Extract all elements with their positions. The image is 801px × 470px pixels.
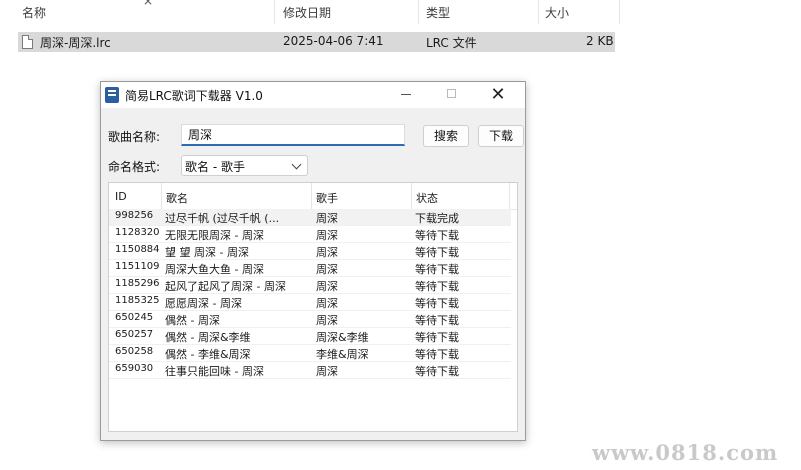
header-divider[interactable] [411,183,412,209]
cell-id: 650258 [115,346,154,357]
title-bar[interactable]: 简易LRC歌词下载器 V1.0 ✕ [101,82,525,108]
cell-status: 等待下载 [415,297,459,310]
cell-status: 等待下载 [415,229,459,242]
cell-id: 650257 [115,329,154,340]
song-name-label: 歌曲名称: [108,130,161,144]
list-item[interactable]: 650257 偶然 - 周深&李维 周深&李维 等待下载 [109,328,511,345]
cell-artist: 周深 [316,365,338,378]
list-item[interactable]: 1151109 周深大鱼大鱼 - 周深 周深 等待下载 [109,260,511,277]
cell-artist: 周深 [316,280,338,293]
cell-artist: 周深 [316,229,338,242]
header-artist[interactable]: 歌手 [316,190,338,206]
file-modified: 2025-04-06 7:41 [283,34,384,48]
list-item[interactable]: 650245 偶然 - 周深 周深 等待下载 [109,311,511,328]
cell-song: 周深大鱼大鱼 - 周深 [165,263,264,276]
list-item[interactable]: 1150884 望 望 周深 - 周深 周深 等待下载 [109,243,511,260]
cell-song: 愿愿周深 - 周深 [165,297,242,310]
app-icon [105,87,119,103]
cell-id: 998256 [115,210,154,221]
cell-artist: 周深 [316,263,338,276]
header-status[interactable]: 状态 [416,190,438,206]
file-name: 周深-周深.lrc [40,36,111,50]
header-divider[interactable] [509,183,510,209]
cell-status: 等待下载 [415,263,459,276]
cell-song: 偶然 - 周深 [165,314,220,327]
cell-song: 望 望 周深 - 周深 [165,246,249,259]
list-item[interactable]: 1185296 起风了起风了周深 - 周深 周深 等待下载 [109,277,511,294]
column-type[interactable]: 类型 [426,4,450,21]
column-divider[interactable] [274,0,275,24]
song-name-input[interactable] [181,124,405,146]
naming-format-select[interactable]: 歌名 - 歌手 [181,155,308,176]
cell-status: 等待下载 [415,280,459,293]
cell-artist: 周深 [316,297,338,310]
window-title: 简易LRC歌词下载器 V1.0 [125,89,263,103]
column-divider[interactable] [538,0,539,24]
header-divider[interactable] [311,183,312,209]
column-modified[interactable]: 修改日期 [283,4,331,21]
cell-id: 1151109 [115,261,160,272]
cell-id: 1185325 [115,295,160,306]
cell-song: 往事只能回味 - 周深 [165,365,264,378]
minimize-button[interactable] [383,82,429,108]
cell-status: 等待下载 [415,331,459,344]
search-button[interactable]: 搜索 [423,125,469,147]
cell-status: 等待下载 [415,246,459,259]
list-item[interactable]: 1128320 无限无限周深 - 周深 周深 等待下载 [109,226,511,243]
list-rows: 998256 过尽千帆 (过尽千帆 (... 周深 下载完成 1128320 无限无限周深… [109,209,511,379]
cell-artist: 周深 [316,314,338,327]
column-divider[interactable] [619,0,620,24]
download-button[interactable]: 下载 [478,125,524,147]
cell-id: 650245 [115,312,154,323]
lyrics-downloader-window: 简易LRC歌词下载器 V1.0 ✕ 歌曲名称: 搜索 下载 命名格式: 歌名 -… [100,81,526,441]
maximize-button[interactable] [429,82,475,108]
list-item[interactable]: 1185325 愿愿周深 - 周深 周深 等待下载 [109,294,511,311]
list-item[interactable]: 998256 过尽千帆 (过尽千帆 (... 周深 下载完成 [109,209,511,226]
cell-song: 起风了起风了周深 - 周深 [165,280,286,293]
cell-status: 下载完成 [415,212,459,225]
cell-id: 1150884 [115,244,160,255]
cell-song: 过尽千帆 (过尽千帆 (... [165,212,280,225]
cell-song: 偶然 - 李维&周深 [165,348,251,361]
file-size: 2 KB [586,34,614,48]
header-song[interactable]: 歌名 [166,190,188,206]
cell-status: 等待下载 [415,314,459,327]
cell-artist: 周深 [316,246,338,259]
cell-status: 等待下载 [415,365,459,378]
cell-id: 1185296 [115,278,160,289]
close-button[interactable]: ✕ [475,82,521,108]
cell-id: 659030 [115,363,154,374]
close-icon[interactable]: × [143,0,153,8]
list-header: ID 歌名 歌手 状态 [109,183,517,210]
column-divider[interactable] [418,0,419,24]
naming-format-label: 命名格式: [108,160,161,174]
cell-id: 1128320 [115,227,160,238]
chevron-down-icon [291,159,302,170]
watermark: www.0818.com [592,440,779,465]
file-row[interactable]: 周深-周深.lrc 2025-04-06 7:41 LRC 文件 2 KB [18,32,615,52]
header-divider[interactable] [161,183,162,209]
explorer-column-header: × 名称 修改日期 类型 大小 [0,0,801,24]
list-item[interactable]: 650258 偶然 - 李维&周深 李维&周深 等待下载 [109,345,511,362]
cell-status: 等待下载 [415,348,459,361]
file-icon [22,35,33,49]
cell-song: 偶然 - 周深&李维 [165,331,251,344]
column-size[interactable]: 大小 [545,4,569,21]
cell-song: 无限无限周深 - 周深 [165,229,264,242]
list-item[interactable]: 659030 往事只能回味 - 周深 周深 等待下载 [109,362,511,379]
file-type: LRC 文件 [426,36,477,50]
column-name[interactable]: 名称 [22,4,46,21]
results-list[interactable]: ID 歌名 歌手 状态 998256 过尽千帆 (过尽千帆 (... 周深 下载完成 1… [108,182,518,432]
cell-artist: 周深 [316,212,338,225]
header-id[interactable]: ID [115,190,127,203]
naming-format-value: 歌名 - 歌手 [185,160,245,174]
cell-artist: 周深&李维 [316,331,369,344]
cell-artist: 李维&周深 [316,348,369,361]
